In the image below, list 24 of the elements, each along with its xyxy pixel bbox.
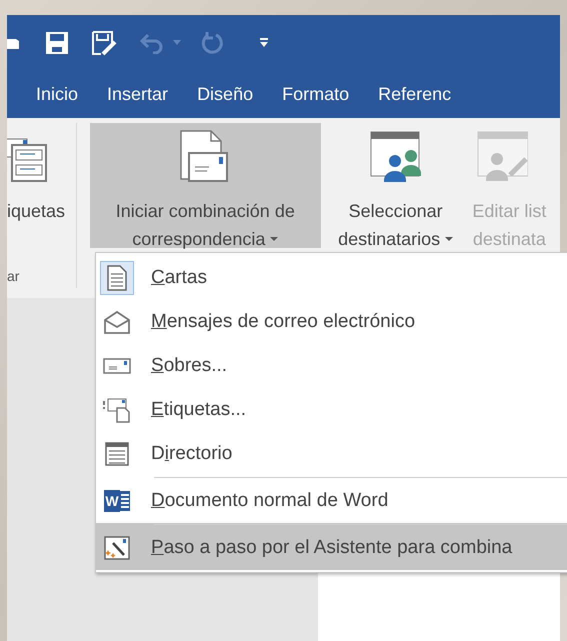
ribbon-tab[interactable]: Formato [282, 84, 370, 104]
customize-icon[interactable] [259, 38, 269, 48]
save-icon[interactable] [45, 30, 69, 54]
menu-item[interactable]: Etiquetas... [96, 388, 567, 432]
group-label: ar [7, 268, 20, 284]
document-icon [107, 265, 127, 291]
ribbon-tab[interactable]: Insertar [107, 84, 190, 104]
menu-item[interactable]: Directorio [96, 432, 567, 476]
menu-item[interactable]: Mensajes de correo electrónico [96, 300, 567, 344]
envelope-icon [103, 310, 131, 334]
ribbon-tab[interactable]: Referenc [378, 84, 472, 104]
ribbon-button[interactable]: Seleccionar destinatarios [320, 123, 470, 248]
ribbon-button[interactable]: Iniciar combinación de correspondencia [90, 123, 321, 248]
menu-item[interactable]: Cartas [96, 256, 567, 300]
menu-item[interactable]: Sobres... [96, 344, 567, 388]
ribbon-button[interactable]: iquetas [7, 123, 72, 248]
envelope-icon [103, 358, 131, 374]
wizard-icon [104, 536, 130, 560]
list-icon [105, 442, 129, 466]
labels-icon [103, 397, 131, 423]
ribbon-tab[interactable]: Inicio [36, 84, 100, 104]
ribbon-tab[interactable]: Diseño [197, 84, 274, 104]
people-list-icon [368, 129, 424, 185]
save-edit-icon[interactable] [91, 30, 117, 56]
